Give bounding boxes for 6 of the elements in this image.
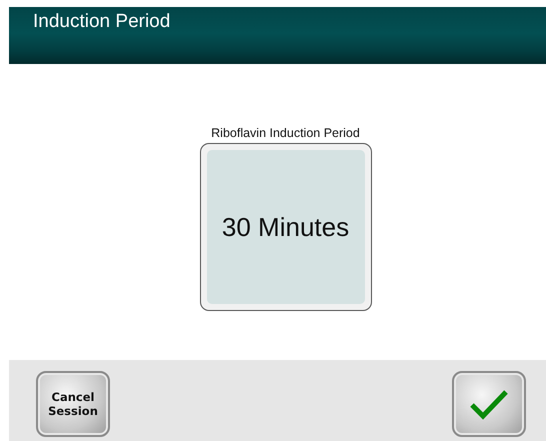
screen-title: Induction Period — [33, 10, 172, 34]
checkmark-icon — [469, 388, 509, 420]
duration-button[interactable]: 30 Minutes — [200, 143, 372, 311]
confirm-button[interactable] — [452, 371, 526, 437]
setting-label: Riboflavin Induction Period — [211, 125, 360, 141]
cancel-session-button[interactable]: Cancel Session — [36, 371, 110, 437]
